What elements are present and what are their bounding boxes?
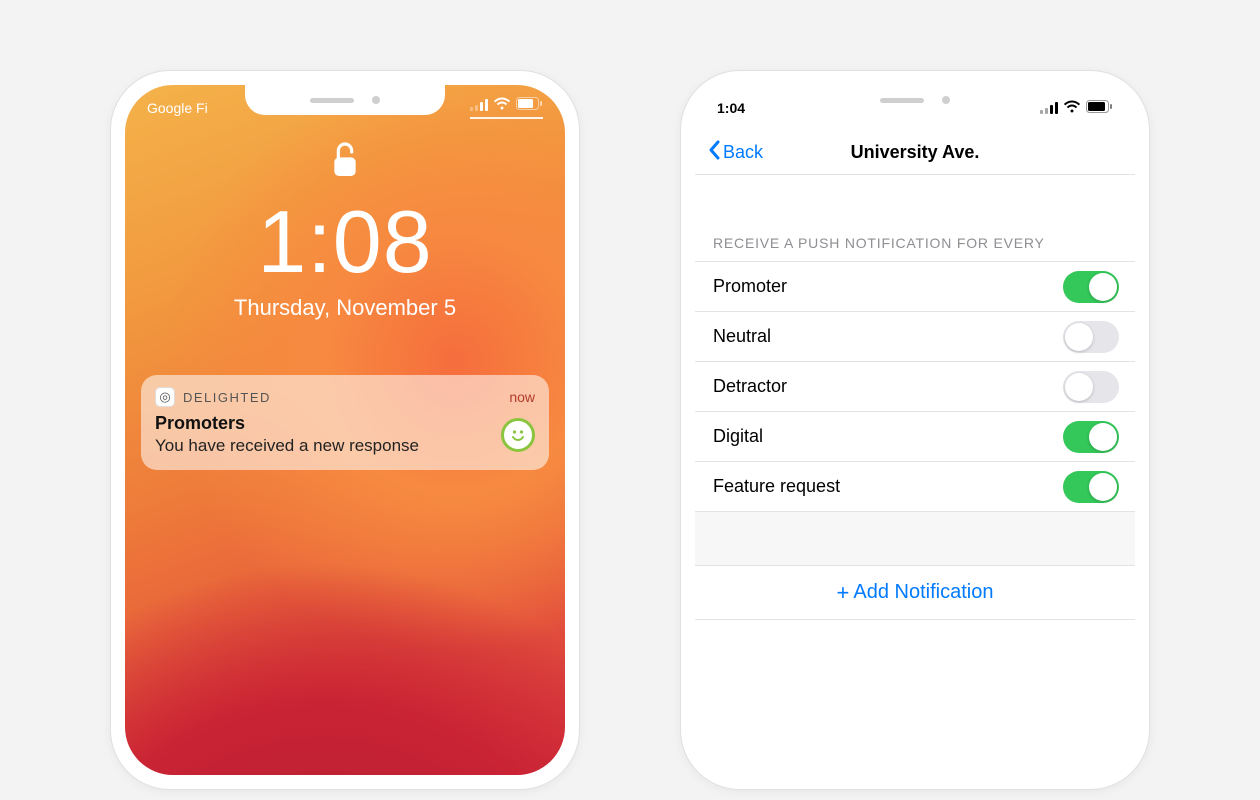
list-spacer bbox=[695, 512, 1135, 566]
notch bbox=[815, 85, 1015, 115]
lockscreen-date: Thursday, November 5 bbox=[125, 295, 565, 321]
notification-time: now bbox=[509, 389, 535, 405]
settings-row: Neutral bbox=[695, 312, 1135, 362]
wifi-icon bbox=[1063, 100, 1081, 116]
settings-row-label: Digital bbox=[713, 426, 1063, 447]
notification-app-name: DELIGHTED bbox=[183, 390, 271, 405]
settings-screen: 1:04 Back bbox=[695, 85, 1135, 775]
toggle-switch[interactable] bbox=[1063, 421, 1119, 453]
back-button[interactable]: Back bbox=[707, 140, 763, 165]
wifi-icon bbox=[493, 97, 511, 113]
add-notification-label: Add Notification bbox=[853, 581, 993, 604]
lock-icon bbox=[329, 140, 361, 185]
settings-row-label: Promoter bbox=[713, 276, 1063, 297]
status-right bbox=[470, 97, 543, 119]
settings-row: Promoter bbox=[695, 262, 1135, 312]
chevron-left-icon bbox=[707, 140, 721, 165]
phone-settings: 1:04 Back bbox=[680, 70, 1150, 790]
status-time: 1:04 bbox=[717, 100, 745, 116]
add-notification-button[interactable]: +Add Notification bbox=[695, 566, 1135, 620]
toggle-switch[interactable] bbox=[1063, 271, 1119, 303]
battery-icon bbox=[1086, 100, 1113, 116]
back-label: Back bbox=[723, 142, 763, 163]
app-icon: ◎ bbox=[155, 387, 175, 407]
plus-icon: + bbox=[837, 582, 850, 604]
smiley-icon bbox=[501, 418, 535, 452]
battery-icon bbox=[516, 97, 543, 113]
settings-row: Feature request bbox=[695, 462, 1135, 512]
page-title: University Ave. bbox=[851, 142, 980, 163]
settings-row-label: Feature request bbox=[713, 476, 1063, 497]
notification-title: Promoters bbox=[155, 413, 491, 434]
carrier-label: Google Fi bbox=[147, 100, 208, 116]
phone-lockscreen: Google Fi 1:08 Thursday, No bbox=[110, 70, 580, 790]
notification-message: You have received a new response bbox=[155, 436, 491, 456]
notification-card[interactable]: ◎ DELIGHTED now Promoters You have recei… bbox=[141, 375, 549, 470]
notification-header: ◎ DELIGHTED now bbox=[155, 387, 535, 407]
lockscreen-clock: 1:08 Thursday, November 5 bbox=[125, 140, 565, 321]
nav-bar: Back University Ave. bbox=[695, 131, 1135, 175]
settings-row: Detractor bbox=[695, 362, 1135, 412]
settings-row-label: Neutral bbox=[713, 326, 1063, 347]
toggle-switch[interactable] bbox=[1063, 321, 1119, 353]
lockscreen: Google Fi 1:08 Thursday, No bbox=[125, 85, 565, 775]
signal-icon bbox=[470, 99, 488, 111]
lockscreen-time: 1:08 bbox=[125, 191, 565, 293]
settings-row: Digital bbox=[695, 412, 1135, 462]
toggle-switch[interactable] bbox=[1063, 471, 1119, 503]
settings-row-label: Detractor bbox=[713, 376, 1063, 397]
notch bbox=[245, 85, 445, 115]
signal-icon bbox=[1040, 102, 1058, 114]
status-right bbox=[1040, 100, 1113, 116]
toggle-list: Promoter Neutral Detractor Digital Feature r… bbox=[695, 261, 1135, 620]
section-header: Receive a push notification for every bbox=[695, 235, 1135, 257]
toggle-switch[interactable] bbox=[1063, 371, 1119, 403]
